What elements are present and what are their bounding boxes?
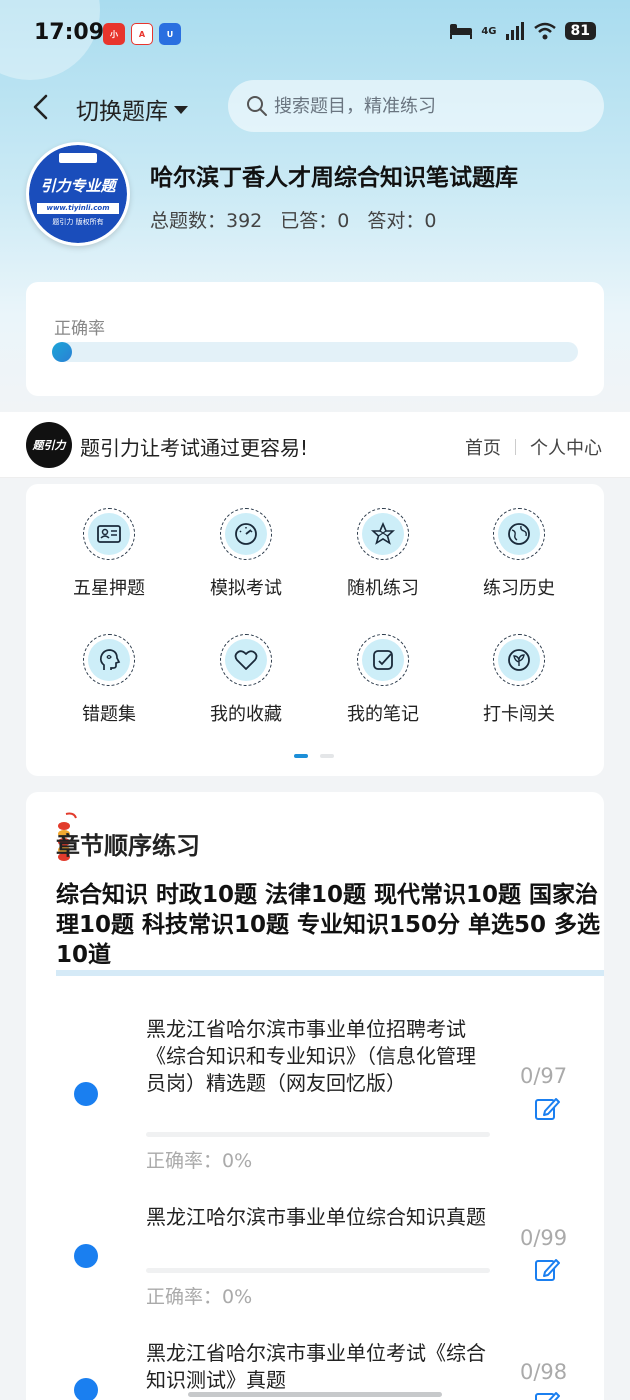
page-dot[interactable]: [320, 754, 334, 758]
exercise-dot: [74, 1244, 98, 1268]
grid-label: 我的收藏: [210, 704, 282, 725]
home-indicator[interactable]: [188, 1392, 442, 1397]
status-bar: 17:09 小 A U 4G 81: [0, 0, 630, 68]
banner-nav: 首页 个人中心: [465, 434, 602, 460]
grid-label: 五星押题: [73, 578, 145, 599]
exercise-dot: [74, 1082, 98, 1106]
app-notification-icon: A: [131, 23, 153, 45]
speedometer-icon: [235, 523, 257, 545]
bank-stats: 总题数：392 已答：0 答对：0: [150, 206, 436, 233]
grid-item-wrong-questions[interactable]: 错题集: [49, 634, 169, 726]
promo-banner: 题引力 题引力让考试通过更容易! 首页 个人中心: [0, 412, 630, 478]
banner-logo: 题引力: [26, 422, 72, 468]
back-arrow-icon[interactable]: [30, 92, 52, 122]
star-network-icon: [371, 522, 395, 545]
exercise-count: 0/99: [520, 1226, 568, 1250]
leaf-shield-icon: [508, 649, 530, 671]
exercise-progress-bar: [146, 1268, 490, 1273]
app-notification-icon: 小: [103, 23, 125, 45]
edit-icon[interactable]: [534, 1390, 560, 1400]
heart-icon: [234, 650, 258, 670]
exercise-accuracy: 正确率：0%: [146, 1150, 253, 1172]
chapter-description: 综合知识 时政10题 法律10题 现代常识10题 国家治理10题 科技常识10题…: [56, 880, 604, 976]
answered-count: 已答：0: [280, 210, 350, 232]
grid-label: 练习历史: [483, 578, 555, 599]
banner-slogan: 题引力让考试通过更容易!: [80, 436, 309, 460]
edit-icon[interactable]: [534, 1096, 560, 1122]
logo-url: www.tiyinli.com: [37, 203, 119, 214]
grid-label: 随机练习: [347, 578, 419, 599]
accuracy-card: 正确率: [26, 282, 604, 396]
globe-icon: [508, 523, 530, 545]
search-input[interactable]: [274, 95, 574, 117]
status-indicators: 4G 81: [449, 22, 596, 40]
accuracy-label: 正确率: [54, 319, 105, 339]
exercise-count: 0/97: [520, 1064, 568, 1088]
logo-text: 引力专业题: [40, 177, 116, 195]
status-time: 17:09: [34, 20, 105, 45]
grid-item-mock-exam[interactable]: 模拟考试: [186, 508, 306, 600]
bank-logo: 引力专业题 www.tiyinli.com 题引力 版权所有: [26, 142, 130, 246]
search-bar[interactable]: [228, 80, 604, 132]
dropdown-triangle-icon: [174, 106, 188, 114]
accuracy-progress-track: [52, 342, 578, 362]
head-profile-icon: [99, 649, 121, 670]
exercise-title: 黑龙江省哈尔滨市事业单位招聘考试《综合知识和专业知识》（信息化管理员岗）精选题（…: [146, 1017, 476, 1095]
feature-grid: 五星押题 模拟考试 随机练习 练习历史 错题集 我的收藏 我的笔记 打卡闯关: [26, 484, 604, 776]
switch-bank-dropdown[interactable]: 切换题库: [76, 92, 188, 126]
signal-icon: [505, 22, 524, 40]
search-icon: [247, 96, 267, 116]
grid-item-notes[interactable]: 我的笔记: [323, 634, 443, 726]
switch-bank-label: 切换题库: [76, 99, 168, 125]
bed-icon: [450, 24, 473, 39]
page-dot-active[interactable]: [294, 754, 308, 758]
grid-item-five-star[interactable]: 五星押题: [49, 508, 169, 600]
exercise-title: 黑龙江哈尔滨市事业单位综合知识真题: [146, 1205, 486, 1229]
grid-item-history[interactable]: 练习历史: [459, 508, 579, 600]
grid-item-checkin[interactable]: 打卡闯关: [459, 634, 579, 726]
total-questions: 总题数：392: [150, 210, 263, 232]
note-check-icon: [373, 650, 393, 670]
nav-profile-link[interactable]: 个人中心: [530, 434, 602, 460]
grid-item-favorites[interactable]: 我的收藏: [186, 634, 306, 726]
battery-indicator: 81: [564, 22, 596, 40]
exercise-title: 黑龙江省哈尔滨市事业单位考试《综合知识测试》真题: [146, 1341, 486, 1392]
grid-label: 模拟考试: [210, 578, 282, 599]
grid-label: 我的笔记: [347, 704, 419, 725]
exercise-progress-bar: [146, 1132, 490, 1137]
exercise-dot: [74, 1378, 98, 1400]
bank-title: 哈尔滨丁香人才周综合知识笔试题库: [150, 165, 518, 191]
exercise-accuracy: 正确率：0%: [146, 1286, 253, 1308]
page-indicator: [294, 754, 334, 758]
wifi-icon: [533, 22, 556, 40]
grid-label: 打卡闯关: [483, 704, 555, 725]
logo-subtitle: 题引力 版权所有: [52, 218, 104, 226]
correct-count: 答对：0: [367, 210, 437, 232]
nav-divider: [515, 439, 516, 455]
accuracy-progress-indicator: [52, 342, 72, 362]
exercise-count: 0/98: [520, 1360, 568, 1384]
nav-home-link[interactable]: 首页: [465, 434, 501, 460]
network-label: 4G: [481, 25, 497, 37]
id-card-icon: [97, 525, 121, 543]
grid-item-random-practice[interactable]: 随机练习: [323, 508, 443, 600]
edit-icon[interactable]: [534, 1257, 560, 1283]
app-notification-icon: U: [159, 23, 181, 45]
grid-label: 错题集: [82, 704, 136, 725]
chapter-section-title: 章节顺序练习: [56, 832, 200, 860]
